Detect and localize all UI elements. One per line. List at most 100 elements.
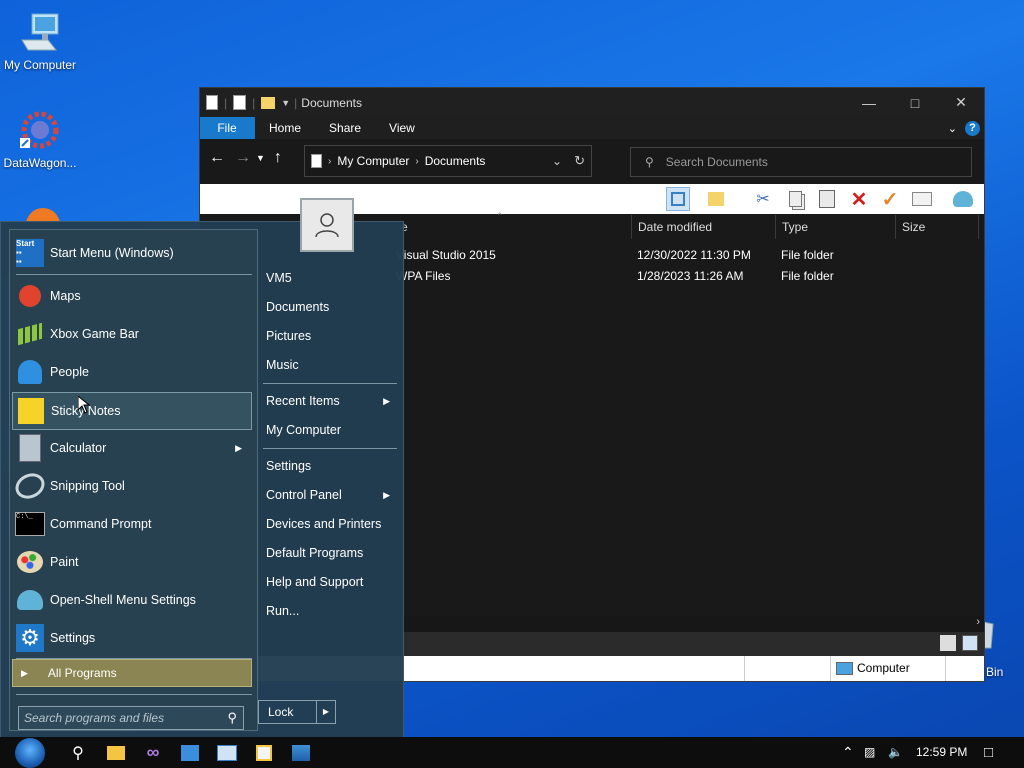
menu-item-settings[interactable]: ⚙ Settings [12,620,250,656]
up-icon[interactable]: ↑ [265,149,291,167]
taskbar-app-box[interactable] [172,737,208,768]
maps-icon [15,281,45,311]
menu-item-maps[interactable]: Maps [12,278,250,314]
view-icon[interactable] [704,187,728,211]
menu-item-people[interactable]: People [12,354,250,390]
menu-item-default-programs[interactable]: Default Programs [266,539,396,567]
volume-icon[interactable]: 🔈 [888,737,903,768]
submenu-arrow-icon: ▶ [383,396,390,406]
start-search-input[interactable]: Search programs and files [24,711,227,725]
menu-item-pictures[interactable]: Pictures [266,322,396,350]
menu-item-help-support[interactable]: Help and Support [266,568,396,596]
address-bar[interactable]: › My Computer › Documents ⌄ ↻ [304,145,592,177]
taskbar-app-photos[interactable] [283,737,319,768]
close-button[interactable]: ✕ [938,88,984,117]
start-search-box[interactable]: Search programs and files ⚲ [18,706,244,730]
menu-item-start-menu-windows[interactable]: Start ▪▪ ▪▪ Start Menu (Windows) [12,235,250,271]
menu-item-label: Control Panel [266,488,342,502]
lock-button[interactable]: Lock ▶ [258,700,336,724]
paste-icon[interactable] [815,187,839,211]
column-header-name[interactable]: e [395,215,631,239]
tab-view[interactable]: View [375,117,429,139]
navigation-pane-icon[interactable] [666,187,690,211]
desktop-icon-datawagon[interactable]: DataWagon... [0,108,80,170]
minimize-button[interactable]: — [846,88,892,117]
shutdown-options-icon[interactable]: ▶ [316,701,335,723]
refresh-icon[interactable]: ↻ [574,153,585,169]
taskbar-file-explorer[interactable] [98,737,134,768]
menu-item-calculator[interactable]: Calculator ▶ [12,430,250,466]
menu-item-settings-right[interactable]: Settings [266,452,396,480]
menu-item-open-shell-settings[interactable]: Open-Shell Menu Settings [12,582,250,618]
menu-item-devices-printers[interactable]: Devices and Printers [266,510,396,538]
divider [263,448,397,449]
recent-locations-icon[interactable]: ▼ [256,153,265,163]
column-header-type[interactable]: Type [775,215,892,239]
tab-file[interactable]: File [200,117,255,139]
start-menu-icon: Start ▪▪ ▪▪ [15,238,45,268]
view-bar [400,632,984,656]
new-folder-icon[interactable] [261,96,276,109]
menu-item-vm5[interactable]: VM5 [266,264,396,292]
column-header-date[interactable]: Date modified [631,215,774,239]
view-dropdown-icon[interactable]: ▼ [735,194,743,203]
checkmark-icon[interactable]: ✓ [878,187,902,211]
taskbar-app-outlook[interactable] [209,737,245,768]
clock[interactable]: 12:59 PM [916,737,967,768]
all-programs-label: All Programs [47,666,117,680]
menu-item-my-computer[interactable]: My Computer [266,416,396,444]
ribbon-expand-icon[interactable]: ⌄ [948,122,957,135]
back-icon[interactable]: ← [204,149,230,167]
menu-item-control-panel[interactable]: Control Panel ▶ [266,481,396,509]
search-icon[interactable]: ⚲ [227,710,237,726]
menu-item-command-prompt[interactable]: C:\_ Command Prompt [12,506,250,542]
desktop-icon-my-computer[interactable]: My Computer [0,10,80,72]
horizontal-scrollbar[interactable]: › [400,616,984,632]
address-dropdown-icon[interactable]: ⌄ [552,154,562,168]
properties-icon[interactable] [910,187,934,211]
column-header-size[interactable]: Size [895,215,979,239]
menu-item-snipping-tool[interactable]: Snipping Tool [11,468,250,504]
user-avatar[interactable] [300,198,354,252]
window-title: Documents [301,95,362,110]
all-programs-button[interactable]: ▶ All Programs [12,659,252,687]
taskbar-app-store[interactable] [246,737,282,768]
tab-home[interactable]: Home [255,117,315,139]
cut-icon[interactable]: ✂ [751,187,775,211]
expand-arrow-icon: ▶ [21,667,28,678]
help-icon[interactable]: ? [965,120,980,136]
breadcrumb-my-computer[interactable]: My Computer [337,154,409,168]
details-view-icon[interactable] [940,635,956,651]
tab-share[interactable]: Share [315,117,375,139]
menu-item-paint[interactable]: Paint [12,544,250,580]
delete-icon[interactable]: ✕ [847,187,871,211]
quick-access-dropdown-icon[interactable]: ▼ [281,98,290,108]
menu-item-documents[interactable]: Documents [266,293,396,321]
network-icon[interactable]: ▨ [864,737,875,768]
taskbar-search-button[interactable]: ⚲ [60,737,96,768]
breadcrumb-documents[interactable]: Documents [425,154,486,168]
maximize-button[interactable]: □ [892,88,938,117]
recycle-bin-icon[interactable] [982,618,997,658]
search-box[interactable]: ⚲ Search Documents [630,147,972,177]
copy-icon[interactable] [783,187,807,211]
menu-item-recent-items[interactable]: Recent Items ▶ [266,387,396,415]
start-button[interactable] [8,737,52,768]
thumbnails-view-icon[interactable] [962,635,978,651]
menu-item-sticky-notes[interactable]: Sticky Notes [12,392,252,430]
menu-item-xbox-game-bar[interactable]: Xbox Game Bar [12,316,250,352]
open-shell-icon[interactable] [951,187,975,211]
menu-item-label: Maps [50,289,81,303]
search-input[interactable]: Search Documents [666,155,768,169]
forward-icon[interactable]: → [230,149,256,167]
scroll-right-icon[interactable]: › [976,616,980,628]
photos-icon [292,744,310,761]
orange-desktop-icon[interactable] [26,208,60,222]
taskbar-visual-studio[interactable]: ∞ [135,737,171,768]
menu-item-run[interactable]: Run... [266,597,396,625]
notifications-icon[interactable]: □ [984,737,993,768]
properties-icon[interactable] [233,95,247,110]
menu-item-music[interactable]: Music [266,351,396,379]
show-hidden-icons[interactable]: ⌃ [842,737,854,768]
folder-icon [107,745,125,760]
